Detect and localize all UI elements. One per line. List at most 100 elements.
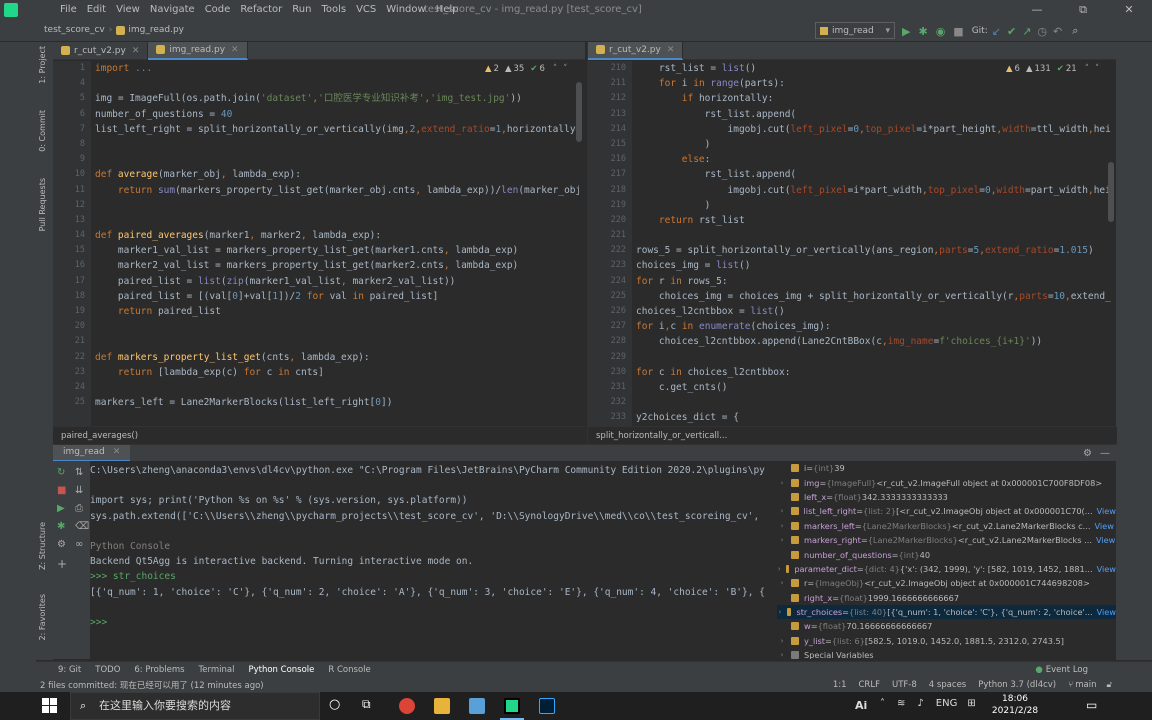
soft-wrap-icon[interactable]: ⇅: [75, 467, 83, 478]
variable-row[interactable]: › parameter_dict = {dict: 4} {'x': (342, …: [777, 562, 1116, 576]
coverage-icon[interactable]: ◉: [936, 25, 946, 38]
minimize-button[interactable]: —: [1014, 0, 1060, 20]
scroll-end-icon[interactable]: ⇊: [75, 485, 83, 496]
editor-tab[interactable]: img_read.py ✕: [148, 41, 248, 60]
menu-view[interactable]: View: [116, 4, 140, 15]
maximize-button[interactable]: ⧉: [1060, 0, 1106, 20]
menu-code[interactable]: Code: [205, 4, 231, 15]
photoshop-icon[interactable]: [539, 698, 555, 714]
expand-caret-icon[interactable]: ›: [777, 522, 787, 530]
left-inspection-widget[interactable]: ▲ 2 ▲ 35 ✔ 6 ˄ ˅: [485, 64, 567, 74]
expand-caret-icon[interactable]: ›: [777, 479, 787, 487]
expand-caret-icon[interactable]: ›: [777, 651, 787, 659]
taskbar-clock[interactable]: 18:06 2021/2/28: [990, 693, 1040, 717]
tool-tab-favorites[interactable]: 2: Favorites: [38, 594, 47, 640]
indent-setting[interactable]: 4 spaces: [929, 680, 966, 690]
right-breadcrumb[interactable]: split_horizontally_or_verticall...: [588, 426, 1117, 444]
variable-row[interactable]: › str_choices = {list: 40} [{'q_num': 1, …: [777, 604, 1116, 620]
tool-tab-commit[interactable]: 0: Commit: [38, 110, 47, 152]
settings-icon[interactable]: ⚙: [57, 539, 66, 550]
variable-row[interactable]: › Special Variables: [777, 648, 1116, 659]
breadcrumb-project[interactable]: test_score_cv: [44, 25, 105, 35]
python-interpreter[interactable]: Python 3.7 (dl4cv): [978, 680, 1056, 690]
print-icon[interactable]: ⎙: [75, 503, 83, 514]
variable-row[interactable]: right_x = {float} 1999.1666666666667: [777, 591, 1116, 605]
wifi-icon[interactable]: ≋: [897, 698, 905, 709]
pycharm-taskbar-icon[interactable]: [504, 698, 520, 714]
variable-row[interactable]: i = {int} 39: [777, 461, 1116, 475]
clear-icon[interactable]: ⌫: [75, 521, 89, 532]
left-code-area[interactable]: import ... img = ImageFull(os.path.join('…: [95, 61, 579, 426]
chevron-down-icon[interactable]: ˅: [563, 64, 567, 74]
search-icon[interactable]: ⌕: [1072, 24, 1078, 38]
editor-tab[interactable]: r_cut_v2.py ✕: [588, 41, 684, 60]
variable-row[interactable]: w = {float} 70.16666666666667: [777, 619, 1116, 633]
app-tray-icon[interactable]: Ai: [855, 699, 867, 712]
view-link[interactable]: View: [1097, 607, 1116, 617]
photos-icon[interactable]: [469, 698, 485, 714]
run-tab[interactable]: img_read ✕: [53, 444, 131, 462]
expand-caret-icon[interactable]: ›: [777, 637, 787, 645]
view-link[interactable]: View: [1097, 564, 1116, 574]
variable-row[interactable]: › r = {ImageObj} <r_cut_v2.ImageObj objec…: [777, 576, 1116, 590]
minimize-panel-icon[interactable]: —: [1100, 448, 1110, 459]
tool-tab-todo[interactable]: TODO: [95, 665, 120, 675]
event-log-tab[interactable]: Event Log: [1046, 665, 1088, 675]
editor-tab[interactable]: r_cut_v2.py ✕: [53, 41, 149, 60]
history-icon[interactable]: ◷: [1037, 25, 1047, 38]
chevron-up-icon[interactable]: ˄: [553, 64, 557, 74]
chevron-up-icon[interactable]: ˄: [1085, 64, 1089, 74]
cortana-icon[interactable]: ○: [329, 697, 340, 712]
tool-tab-terminal[interactable]: Terminal: [199, 665, 235, 675]
view-link[interactable]: View: [1096, 535, 1115, 545]
menu-tools[interactable]: Tools: [321, 4, 346, 15]
add-icon[interactable]: +: [57, 557, 67, 571]
git-push-icon[interactable]: ↗: [1022, 25, 1031, 38]
close-icon[interactable]: ✕: [231, 45, 239, 55]
tool-tab-r-console[interactable]: R Console: [328, 665, 370, 675]
right-editor-scrollbar[interactable]: [1108, 162, 1114, 222]
expand-caret-icon[interactable]: ›: [777, 507, 787, 515]
task-view-icon[interactable]: ⧉: [362, 697, 371, 712]
tool-tab-6-problems[interactable]: 6: Problems: [134, 665, 184, 675]
menu-run[interactable]: Run: [292, 4, 311, 15]
variable-row[interactable]: › list_left_right = {list: 2} [<r_cut_v2.…: [777, 504, 1116, 518]
run-icon[interactable]: ▶: [902, 25, 910, 38]
breadcrumb-file[interactable]: img_read.py: [128, 25, 184, 35]
variables-icon[interactable]: ∞: [75, 539, 83, 550]
tool-tab-python-console[interactable]: Python Console: [248, 665, 314, 675]
close-button[interactable]: ✕: [1106, 0, 1152, 20]
menu-vcs[interactable]: VCS: [356, 4, 376, 15]
windows-start-icon[interactable]: [42, 698, 58, 714]
close-icon[interactable]: ✕: [132, 46, 140, 56]
chevron-down-icon[interactable]: ˅: [1095, 64, 1099, 74]
variable-row[interactable]: › markers_left = {Lane2MarkerBlocks} <r_c…: [777, 519, 1116, 533]
run-config-select[interactable]: img_read ▾: [815, 22, 895, 39]
chrome-icon[interactable]: [399, 698, 415, 714]
variable-row[interactable]: › markers_right = {Lane2MarkerBlocks} <r_…: [777, 533, 1116, 547]
rerun-icon[interactable]: ↻: [57, 467, 65, 478]
lock-icon[interactable]: 🔓︎: [1106, 680, 1112, 690]
stop-icon[interactable]: ■: [953, 25, 963, 38]
python-console-output[interactable]: C:\Users\zheng\anaconda3\envs\dl4cv\pyth…: [90, 461, 775, 659]
expand-caret-icon[interactable]: ›: [777, 565, 782, 573]
git-branch[interactable]: main: [1075, 680, 1096, 690]
variable-row[interactable]: › y_list = {list: 6} [582.5, 1019.0, 1452…: [777, 634, 1116, 648]
git-update-icon[interactable]: ↙: [992, 25, 1001, 38]
expand-caret-icon[interactable]: ›: [777, 579, 787, 587]
left-editor-scrollbar[interactable]: [576, 82, 582, 142]
variable-row[interactable]: › img = {ImageFull} <r_cut_v2.ImageFull o…: [777, 475, 1116, 489]
notification-icon[interactable]: ▭: [1086, 698, 1097, 712]
tool-tab-project[interactable]: 1: Project: [38, 46, 47, 84]
status-message[interactable]: 2 files committed: 现在已经可以用了 (12 minutes …: [40, 679, 264, 691]
menu-edit[interactable]: Edit: [87, 4, 106, 15]
view-link[interactable]: View: [1094, 521, 1113, 531]
variable-row[interactable]: number_of_questions = {int} 40: [777, 547, 1116, 561]
file-encoding[interactable]: UTF-8: [892, 680, 917, 690]
taskbar-search-input[interactable]: 在这里输入你要搜索的内容: [70, 692, 320, 720]
close-icon[interactable]: ✕: [667, 45, 675, 55]
expand-caret-icon[interactable]: ›: [777, 536, 787, 544]
execute-icon[interactable]: ▶: [57, 503, 65, 514]
menu-navigate[interactable]: Navigate: [150, 4, 195, 15]
tool-tab-pull-requests[interactable]: Pull Requests: [38, 178, 47, 231]
